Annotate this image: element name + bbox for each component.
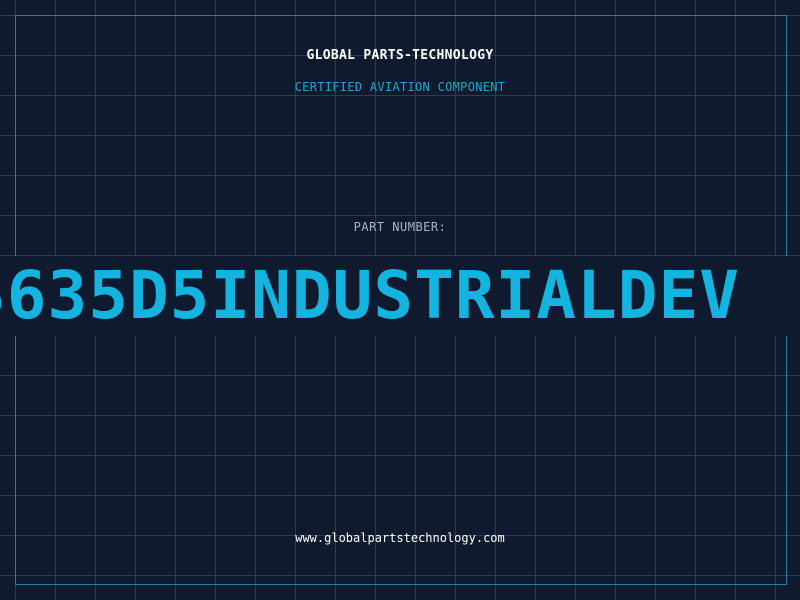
company-name: GLOBAL PARTS-TECHNOLOGY (306, 48, 494, 63)
part-number-value: 5635D5INDUSTRIALDEV (0, 257, 740, 334)
website-url: www.globalpartstechnology.com (295, 531, 505, 545)
part-number-label: PART NUMBER: (353, 220, 447, 234)
part-number-band: 5635D5INDUSTRIALDEV (0, 256, 800, 336)
certification-subtitle: CERTIFIED AVIATION COMPONENT (294, 80, 506, 94)
